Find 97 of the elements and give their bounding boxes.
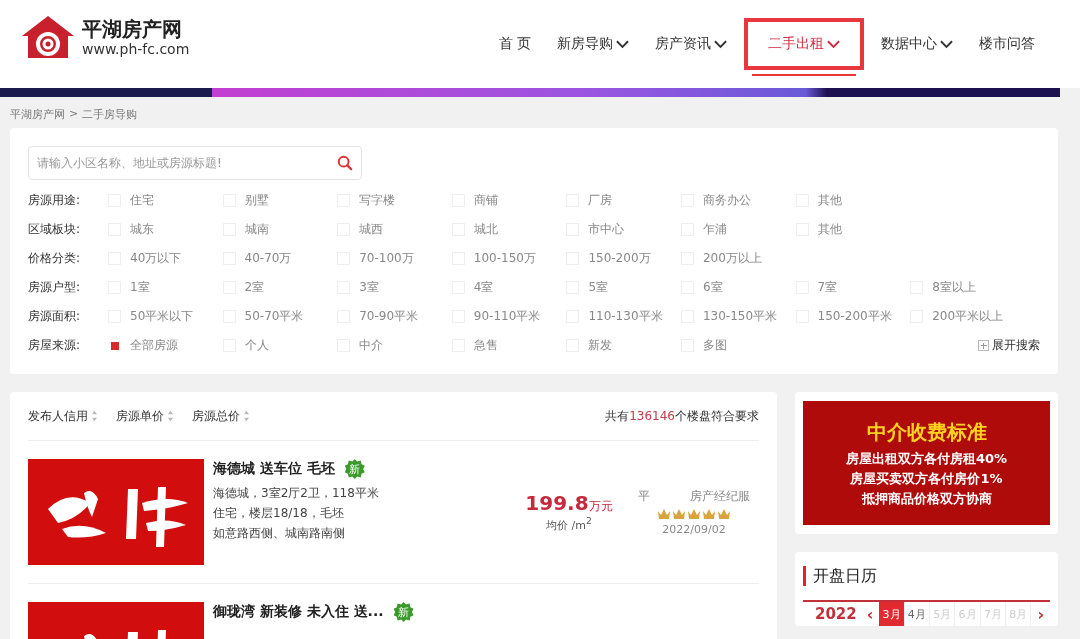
filter-label: 房源面积:	[28, 308, 82, 325]
listing-title[interactable]: 海德城 送车位 毛坯	[213, 460, 335, 478]
option-label: 城北	[473, 221, 498, 238]
total-price: 199.8万元	[525, 491, 613, 516]
option-label: 别墅	[244, 192, 269, 209]
sort-button[interactable]: 房源总价	[192, 407, 250, 425]
sort-arrows-icon	[91, 410, 98, 422]
plus-icon	[978, 340, 989, 351]
crown-icon	[717, 508, 731, 520]
option-label: 40-70万	[244, 250, 292, 267]
site-name: 平湖房产网	[82, 17, 183, 41]
crown-icon	[657, 508, 671, 520]
nav-item[interactable]: 首 页	[485, 0, 544, 88]
option-label: 城东	[130, 221, 154, 238]
listing-detail: 海德城，3室2厅2卫，118平米	[213, 485, 380, 502]
search-field[interactable]: 请输入小区名称、地址或房源标题!	[28, 146, 362, 180]
sort-arrows-icon	[243, 410, 250, 422]
option-label: 130-150平米	[702, 308, 778, 325]
option-label: 70-100万	[359, 250, 414, 267]
option-label: 50平米以下	[130, 308, 194, 325]
option-label: 急售	[473, 337, 498, 354]
option-label: 城西	[359, 221, 384, 238]
option-label: 个人	[244, 337, 269, 354]
nav-item[interactable]: 楼市问答	[966, 0, 1048, 88]
option-label: 6室	[702, 279, 723, 296]
checkbox[interactable]	[108, 339, 121, 352]
option-label: 100-150万	[473, 250, 536, 267]
crown-icon	[687, 508, 701, 520]
listing-title[interactable]: 御珑湾 新装修 未入住 送...	[213, 603, 384, 621]
new-badge: 新	[393, 602, 414, 622]
option-label: 乍浦	[702, 221, 727, 238]
option-label: 200平米以上	[932, 308, 1004, 325]
option-label: 7室	[817, 279, 838, 296]
nav-item[interactable]: 二手出租	[740, 14, 868, 74]
agent-name: 房产经纪服	[690, 488, 750, 505]
option-label: 2室	[244, 279, 265, 296]
option-label: 写字楼	[359, 192, 396, 209]
option-label: 150-200万	[588, 250, 651, 267]
new-badge: 新	[344, 459, 365, 479]
option-label: 200万以上	[702, 250, 762, 267]
breadcrumb-separator: >	[69, 107, 79, 122]
banner-text: 抵押商品价格双方协商	[861, 489, 992, 508]
filter-label: 房源用途:	[28, 192, 82, 209]
unit-price: 均价 /m$^{2}$	[546, 515, 592, 533]
option-label: 商务办公	[702, 192, 751, 209]
option-label: 城南	[244, 221, 269, 238]
option-label: 5室	[588, 279, 608, 296]
nav-item[interactable]: 新房导购	[544, 0, 642, 88]
filter-label: 区域板块:	[28, 221, 82, 238]
option-label: 8室以上	[932, 279, 976, 296]
option-label: 90-110平米	[473, 308, 541, 325]
nav-item[interactable]: 房产资讯	[642, 0, 740, 88]
breadcrumb-current: 二手房导购	[82, 107, 138, 122]
breadcrumb-link[interactable]: 平湖房产网	[10, 107, 65, 122]
option-label: 住宅	[130, 192, 154, 209]
expand-search-button[interactable]: 展开搜索	[978, 337, 1040, 354]
calendar-heading: 开盘日历	[803, 566, 1050, 586]
sort-button[interactable]: 房源单价	[116, 407, 174, 425]
option-label: 全部房源	[130, 337, 178, 354]
option-label: 50-70平米	[244, 308, 304, 325]
result-count: 共有136146个楼盘符合要求	[605, 407, 759, 425]
banner-text: 房屋买卖双方各付房价1%	[850, 469, 1003, 488]
option-label: 70-90平米	[359, 308, 419, 325]
filter-label: 房源户型:	[28, 279, 82, 296]
listing-detail: 住宅，楼层18/18，毛坯	[213, 505, 345, 522]
filter-label: 房屋来源:	[28, 337, 82, 354]
option-label: 厂房	[588, 192, 613, 209]
listing-detail: 如意路西侧、城南路南侧	[213, 525, 346, 542]
option-label: 商铺	[473, 192, 498, 209]
option-label: 其他	[817, 192, 842, 209]
nav-item[interactable]: 数据中心	[868, 0, 966, 88]
site-url: www.ph-fc.com	[82, 41, 190, 57]
option-label: 新发	[588, 337, 613, 354]
next-button[interactable]: ›	[1031, 602, 1050, 626]
crown-icon	[702, 508, 716, 520]
option-label: 中介	[359, 337, 384, 354]
crown-icon	[672, 508, 686, 520]
option-label: 150-200平米	[817, 308, 892, 325]
sort-arrows-icon	[167, 410, 174, 422]
option-label: 1室	[130, 279, 150, 296]
month-tab[interactable]: 3月	[879, 602, 905, 626]
option-label: 其他	[817, 221, 842, 238]
option-label: 110-130平米	[588, 308, 663, 325]
agent-name: 平	[638, 488, 650, 505]
sort-button[interactable]: 发布人信用	[28, 407, 98, 425]
option-label: 市中心	[588, 221, 625, 238]
option-label: 40万以下	[130, 250, 182, 267]
previous-button[interactable]: ‹	[860, 602, 880, 626]
option-label: 3室	[359, 279, 379, 296]
filter-label: 价格分类:	[28, 250, 82, 267]
banner-title: 中介收费标准	[866, 418, 987, 446]
search-icon[interactable]	[337, 155, 353, 171]
listing-date: 2022/09/02	[662, 523, 726, 536]
option-label: 4室	[473, 279, 494, 296]
option-label: 多图	[702, 337, 727, 354]
banner-text: 房屋出租双方各付房租40%	[845, 449, 1008, 468]
calendar-year: 2022	[814, 604, 858, 625]
